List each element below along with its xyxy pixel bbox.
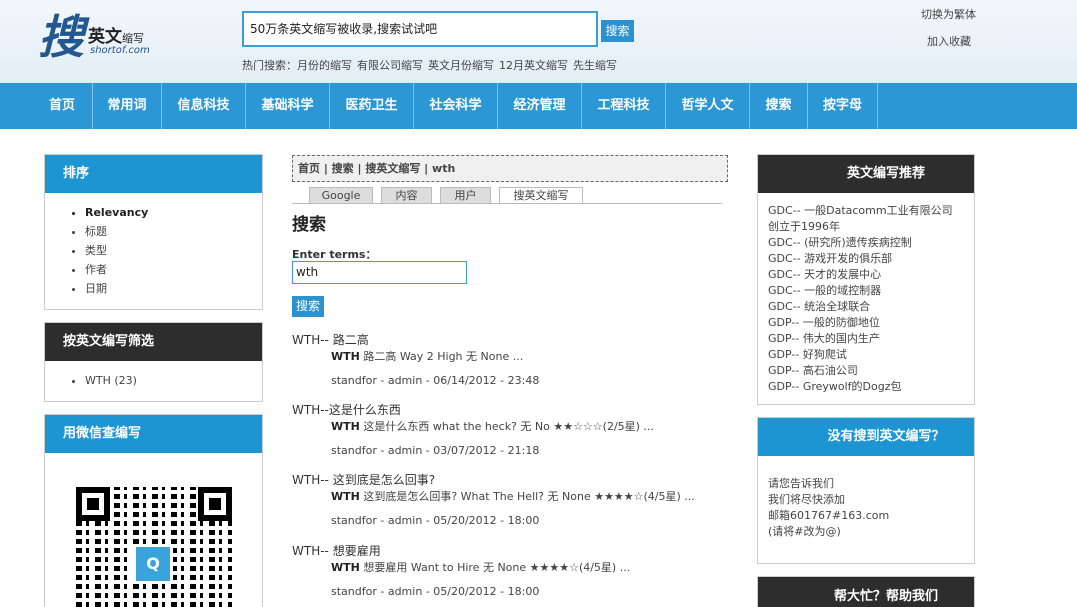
recommend-item[interactable]: GDP-- Greywolf的Dogz包 [768, 379, 974, 395]
result-title[interactable]: WTH-- 路二高 [292, 331, 369, 348]
logo-brand: 英文缩写 [88, 27, 144, 47]
hot-label: 热门搜索： [242, 59, 297, 72]
sort-option[interactable]: Relevancy [85, 203, 262, 222]
not-found-line: 邮箱601767#163.com [768, 509, 890, 522]
nav-item-medicine[interactable]: 医药卫生 [330, 83, 414, 129]
result-snippet: WTH 这到底是怎么回事? What The Hell? 无 None ★★★★… [331, 490, 695, 503]
nav-item-economics[interactable]: 经济管理 [498, 83, 582, 129]
nav-item-common[interactable]: 常用词 [93, 83, 162, 129]
recommend-item[interactable]: GDP-- 高石油公司 [768, 363, 974, 379]
hot-link[interactable]: 月份的缩写 [297, 59, 352, 72]
tab-google[interactable]: Google [309, 187, 373, 204]
result-meta: standfor - admin - 06/14/2012 - 23:48 [331, 374, 540, 387]
tab-abbreviation[interactable]: 搜英文缩写 [499, 187, 583, 204]
recommend-item[interactable]: GDP-- 好狗爬试 [768, 347, 974, 363]
sort-option[interactable]: 作者 [85, 260, 262, 279]
qr-finder [198, 487, 232, 521]
recommend-item[interactable]: GDC-- 天才的发展中心 [768, 267, 974, 283]
not-found-line: 请您告诉我们 [768, 477, 834, 490]
recommend-item: 创立于1996年 [768, 220, 840, 233]
sort-option[interactable]: 日期 [85, 279, 262, 298]
result-title[interactable]: WTH--这是什么东西 [292, 401, 401, 418]
hot-link[interactable]: 先生缩写 [573, 59, 617, 72]
result-snippet: WTH 路二高 Way 2 High 无 None ... [331, 350, 524, 363]
wechat-qr-code: Q [76, 487, 232, 607]
result-meta: standfor - admin - 03/07/2012 - 21:18 [331, 444, 540, 457]
tab-divider [292, 203, 722, 204]
recommend-panel: 英文编写推荐 GDC-- 一般Datacomm工业有限公司 创立于1996年 G… [757, 154, 975, 405]
hot-searches: 热门搜索：月份的缩写 有限公司缩写 英文月份缩写 12月英文缩写 先生缩写 [242, 57, 622, 73]
result-snippet: WTH 这是什么东西 what the heck? 无 No ★★☆☆☆(2/5… [331, 420, 654, 433]
not-found-line: (请将#改为@) [768, 525, 841, 538]
recommend-item[interactable]: GDC-- (研究所)遗传疾病控制 [768, 235, 974, 251]
help-panel: 帮大忙？帮助我们 [757, 576, 975, 607]
recommend-item[interactable]: GDC-- 统治全球联合 [768, 299, 974, 315]
nav-item-engineering[interactable]: 工程科技 [582, 83, 666, 129]
page-title: 搜索 [292, 215, 326, 235]
sort-option[interactable]: 标题 [85, 222, 262, 241]
breadcrumb[interactable]: 首页 | 搜索 | 搜英文缩写 | wth [292, 155, 728, 182]
sort-panel: 排序 Relevancy 标题 类型 作者 日期 [44, 154, 263, 310]
nav-item-social[interactable]: 社会科学 [414, 83, 498, 129]
nav-item-it[interactable]: 信息科技 [162, 83, 246, 129]
result-title[interactable]: WTH-- 想要雇用 [292, 542, 381, 559]
qr-finder [76, 487, 110, 521]
sort-option[interactable]: 类型 [85, 241, 262, 260]
not-found-panel: 没有搜到英文编写？ 请您告诉我们 我们将尽快添加 邮箱601767#163.co… [757, 417, 975, 564]
recommend-item[interactable]: GDC-- 游戏开发的俱乐部 [768, 251, 974, 267]
recommend-title: 英文编写推荐 [758, 155, 974, 193]
site-logo[interactable]: 搜 英文缩写 shortof.com [38, 8, 168, 70]
recommend-item[interactable]: GDP-- 一般的防御地位 [768, 315, 974, 331]
site-header: 搜 英文缩写 shortof.com 50万条英文缩写被收录,搜索试试吧 搜索 … [0, 0, 1077, 83]
result-meta: standfor - admin - 05/20/2012 - 18:00 [331, 514, 540, 527]
tab-users[interactable]: 用户 [440, 187, 491, 204]
nav-item-humanities[interactable]: 哲学人文 [666, 83, 750, 129]
nav-item-home[interactable]: 首页 [32, 83, 93, 129]
nav-item-science[interactable]: 基础科学 [246, 83, 330, 129]
result-snippet: WTH 想要雇用 Want to Hire 无 None ★★★★☆(4/5星)… [331, 561, 631, 574]
help-title: 帮大忙？帮助我们 [758, 577, 974, 607]
search-button[interactable]: 搜索 [601, 20, 634, 42]
result-title[interactable]: WTH-- 这到底是怎么回事? [292, 471, 435, 488]
search-submit-button[interactable]: 搜索 [292, 296, 324, 317]
filter-title: 按英文编写筛选 [45, 323, 262, 361]
main-nav: 首页 常用词 信息科技 基础科学 医药卫生 社会科学 经济管理 工程科技 哲学人… [0, 83, 1077, 129]
hot-link[interactable]: 英文月份缩写 [428, 59, 494, 72]
logo-domain: shortof.com [90, 45, 150, 56]
recommend-item[interactable]: GDC-- 一般Datacomm工业有限公司 [768, 203, 974, 219]
nav-item-alphabet[interactable]: 按字母 [808, 83, 878, 129]
hot-link[interactable]: 有限公司缩写 [357, 59, 423, 72]
terms-input[interactable]: wth [292, 261, 467, 284]
add-favorite-link[interactable]: 加入收藏 [927, 33, 971, 49]
sort-title: 排序 [45, 155, 262, 193]
result-meta: standfor - admin - 05/20/2012 - 18:00 [331, 585, 540, 598]
search-input[interactable]: 50万条英文缩写被收录,搜索试试吧 [242, 11, 598, 47]
recommend-item[interactable]: GDP-- 伟大的国内生产 [768, 331, 974, 347]
logo-glyph: 搜 [38, 10, 84, 64]
traditional-chinese-link[interactable]: 切换为繁体 [921, 6, 976, 22]
terms-label: Enter terms： [292, 248, 377, 261]
not-found-line: 我们将尽快添加 [768, 493, 845, 506]
not-found-title: 没有搜到英文编写？ [758, 418, 974, 456]
filter-panel: 按英文编写筛选 WTH (23) [44, 322, 263, 402]
tab-content[interactable]: 内容 [381, 187, 432, 204]
filter-option[interactable]: WTH (23) [85, 371, 262, 390]
qr-logo-icon: Q [133, 544, 173, 584]
nav-item-search[interactable]: 搜索 [750, 83, 808, 129]
hot-link[interactable]: 12月英文缩写 [499, 59, 568, 72]
wechat-title: 用微信查编写 [45, 415, 262, 453]
recommend-item[interactable]: GDC-- 一般的域控制器 [768, 283, 974, 299]
